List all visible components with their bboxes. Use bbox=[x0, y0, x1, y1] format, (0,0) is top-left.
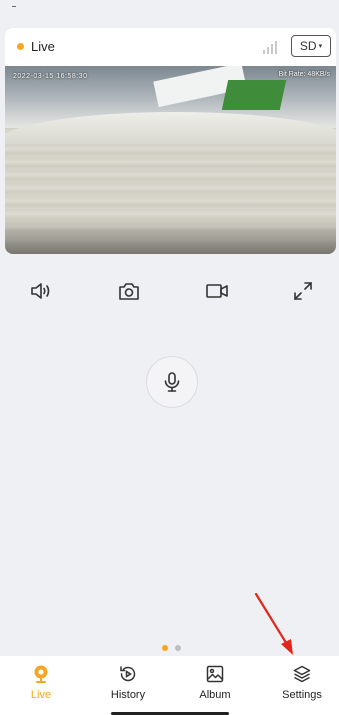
live-status-label: Live bbox=[31, 39, 55, 54]
live-video-view[interactable]: 2022-03-15 16:58:30 Bit Rate: 48KB/s bbox=[5, 66, 336, 254]
signal-strength-icon bbox=[263, 40, 279, 54]
live-preview-card: Live SD ▾ 2022-03-15 16:58:30 Bit Rate: … bbox=[5, 28, 336, 254]
talk-button[interactable] bbox=[146, 356, 198, 408]
album-icon bbox=[206, 665, 224, 683]
speaker-button[interactable] bbox=[28, 278, 54, 304]
page-dot-active bbox=[162, 645, 168, 651]
microphone-icon bbox=[164, 372, 180, 392]
video-timestamp: 2022-03-15 16:58:30 bbox=[13, 73, 88, 80]
history-icon bbox=[120, 666, 136, 682]
fullscreen-button[interactable] bbox=[290, 278, 316, 304]
live-icon bbox=[34, 665, 48, 683]
chevron-down-icon: ▾ bbox=[318, 43, 323, 50]
settings-icon bbox=[293, 665, 311, 683]
tab-album-label: Album bbox=[199, 689, 231, 701]
tab-album[interactable]: Album bbox=[179, 662, 251, 708]
tab-history-label: History bbox=[110, 689, 146, 701]
tab-settings-label: Settings bbox=[282, 689, 322, 701]
live-status-dot bbox=[17, 43, 24, 50]
speaker-icon bbox=[31, 283, 50, 299]
tab-live-label: Live bbox=[30, 689, 52, 701]
tab-live[interactable]: Live bbox=[5, 662, 77, 708]
status-bar bbox=[0, 0, 339, 30]
tab-settings[interactable]: Settings bbox=[266, 662, 338, 708]
quality-label: SD bbox=[299, 39, 317, 53]
live-header: Live SD ▾ bbox=[5, 28, 336, 66]
page-indicator bbox=[0, 645, 339, 653]
fullscreen-icon bbox=[294, 282, 312, 300]
bottom-tab-bar: Live History Album Settings bbox=[0, 656, 339, 715]
page-dot bbox=[175, 645, 181, 651]
snapshot-button[interactable] bbox=[116, 278, 142, 304]
video-bitrate: Bit Rate: 48KB/s bbox=[278, 71, 330, 78]
quality-select-button[interactable]: SD ▾ bbox=[291, 35, 331, 57]
camera-icon bbox=[119, 283, 139, 300]
record-button[interactable] bbox=[204, 278, 230, 304]
status-bar-mark bbox=[12, 6, 16, 7]
video-record-icon bbox=[206, 284, 228, 298]
tab-history[interactable]: History bbox=[92, 662, 164, 708]
live-controls bbox=[0, 272, 339, 312]
